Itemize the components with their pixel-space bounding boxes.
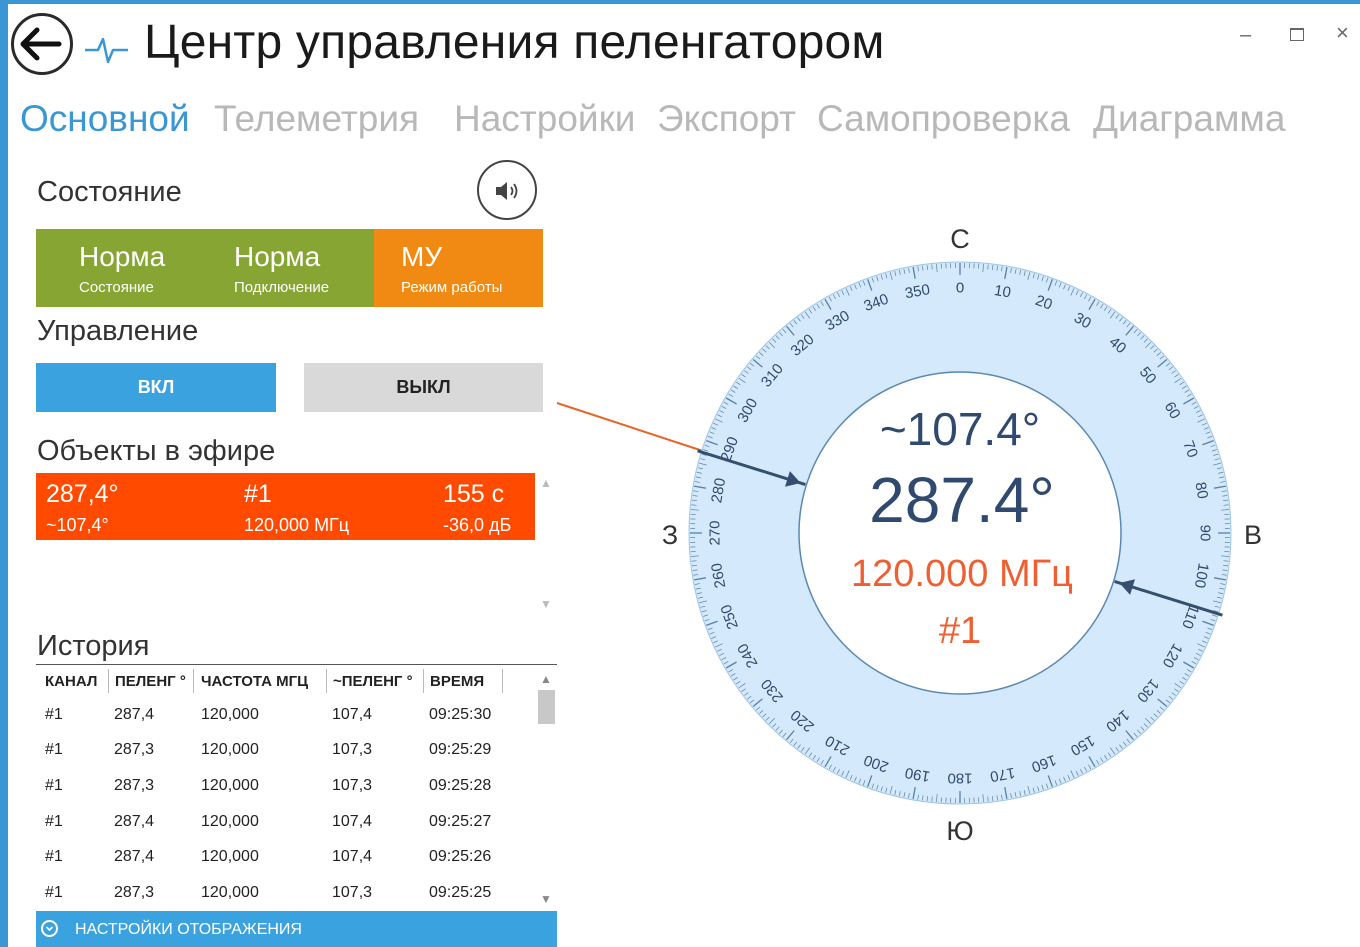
cardinal-east: В	[1244, 520, 1262, 550]
cardinal-west: З	[662, 520, 678, 550]
compass-degree-label: 270	[707, 520, 724, 545]
object-leader-line	[556, 402, 707, 453]
compass-degree-label: 90	[1197, 525, 1214, 542]
compass-reverse-bearing: ~107.4°	[880, 403, 1040, 455]
compass-degree-label: 0	[956, 280, 964, 297]
cardinal-north: С	[950, 224, 970, 254]
bearing-compass: 0 102030405060708090100110120130140150160…	[556, 224, 1262, 846]
compass-degree-label: 10	[993, 282, 1012, 302]
compass-degree-label: 180	[947, 770, 972, 787]
cardinal-south: Ю	[946, 816, 973, 846]
compass-frequency: 120.000 МГц	[851, 553, 1073, 595]
compass-degree-label: 80	[1191, 481, 1211, 500]
compass-channel: #1	[939, 610, 981, 652]
compass-bearing: 287.4°	[869, 464, 1055, 536]
